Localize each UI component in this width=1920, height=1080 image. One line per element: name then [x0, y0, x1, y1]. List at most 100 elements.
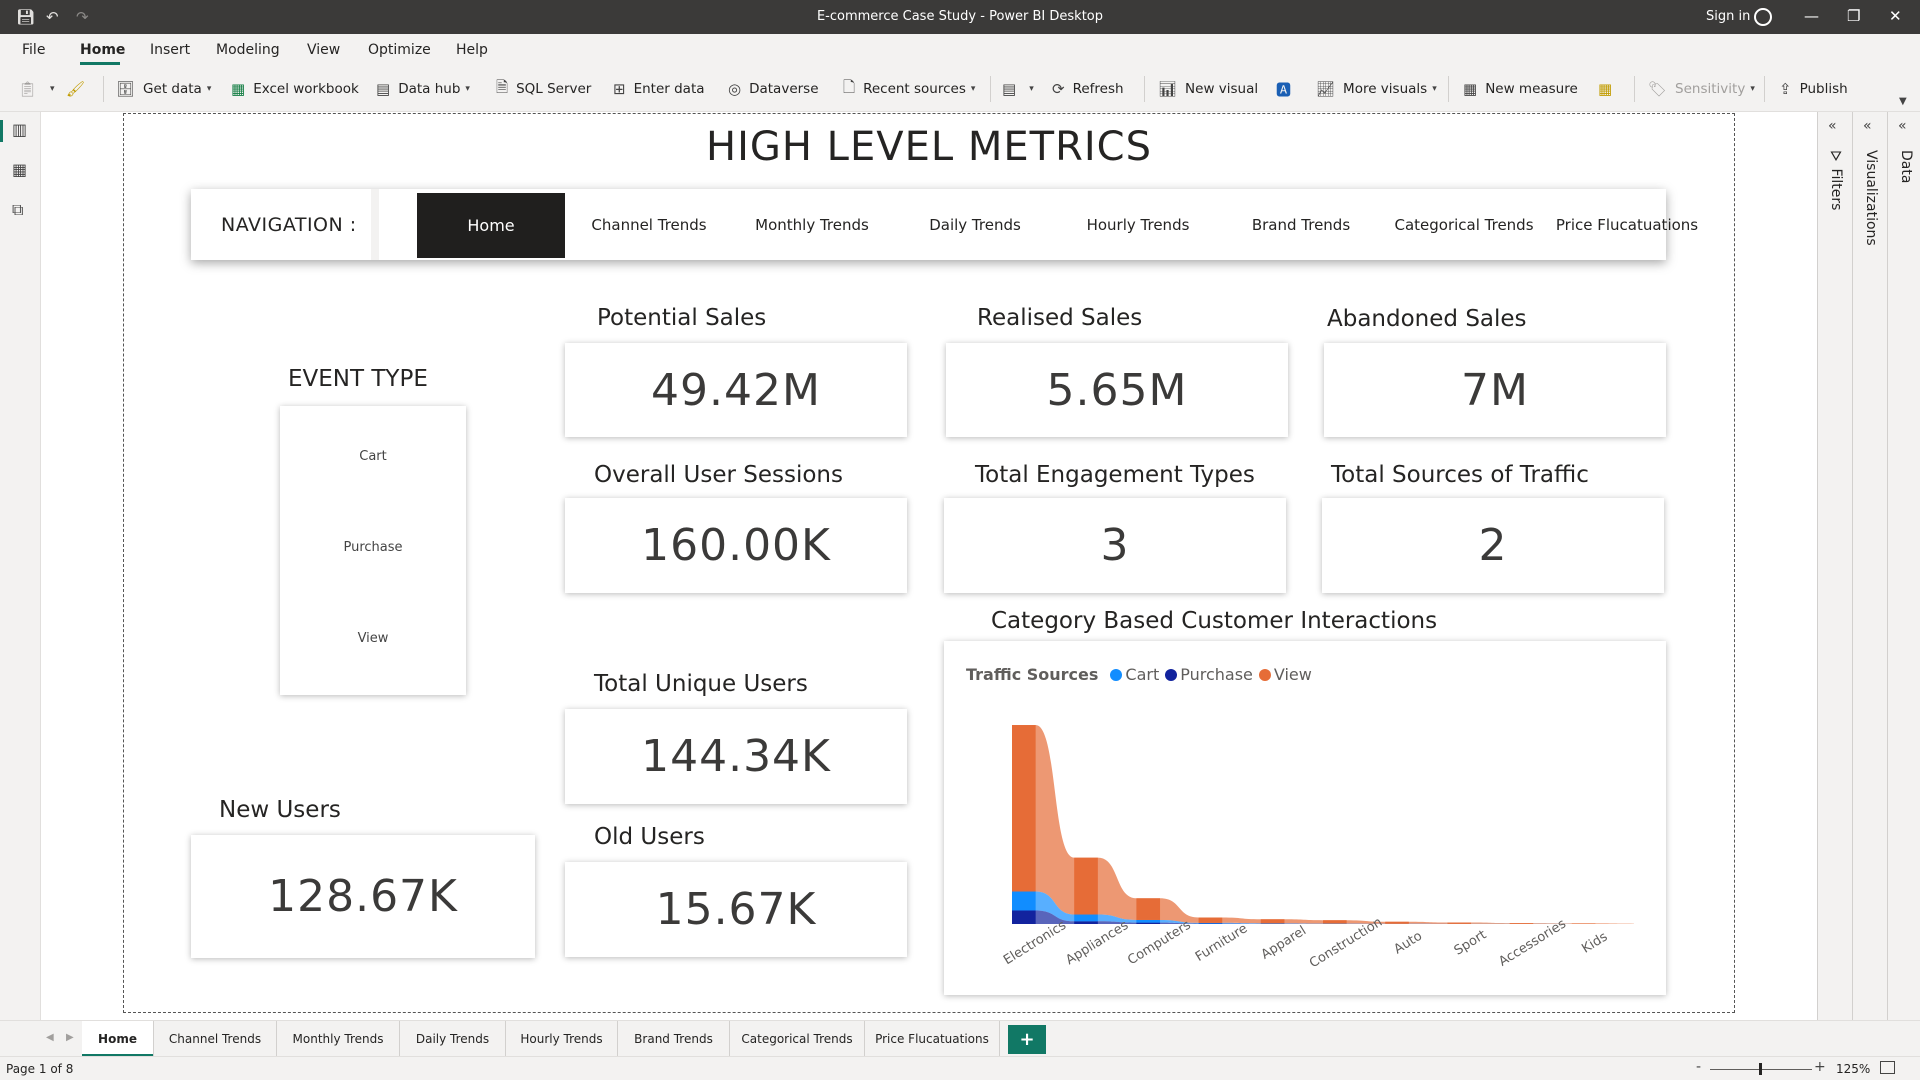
zoom-out-button[interactable]: - [1696, 1059, 1701, 1075]
ribbon-collapse-icon[interactable]: ▼ [1899, 96, 1907, 107]
tab-home[interactable]: Home [82, 1021, 154, 1057]
nav-home-button[interactable]: Home [417, 193, 565, 258]
enter-data-button[interactable]: ⊞ Enter data [613, 79, 705, 99]
new-measure-label: New measure [1485, 81, 1578, 97]
bar-view-computers[interactable] [1136, 898, 1161, 920]
data-hub-button[interactable]: ▤ Data hub ▾ [376, 79, 470, 99]
publish-label: Publish [1799, 81, 1848, 97]
total-sources-of-traffic-card[interactable]: 2 [1322, 498, 1664, 593]
nav-daily-trends-button[interactable]: Daily Trends [895, 189, 1055, 260]
bar-view-apparel[interactable] [1260, 919, 1285, 924]
bar-purchase-electronics[interactable] [1012, 910, 1036, 924]
new-users-card[interactable]: 128.67K [191, 835, 535, 958]
zoom-slider-thumb[interactable] [1759, 1063, 1762, 1075]
old-users-card[interactable]: 15.67K [565, 862, 907, 957]
publish-button[interactable]: ⇪ Publish [1779, 79, 1848, 99]
tab-hourly-trends[interactable]: Hourly Trends [506, 1021, 618, 1057]
report-view-icon[interactable]: ▥ [12, 120, 27, 139]
bar-view-sport[interactable] [1447, 922, 1472, 924]
sensitivity-button[interactable]: 🏷︎ Sensitivity ▾ [1648, 79, 1755, 99]
bar-view-auto[interactable] [1385, 921, 1409, 924]
recent-sources-button[interactable]: 🗋︎ Recent sources ▾ [843, 78, 975, 99]
data-pane[interactable]: « Data [1887, 112, 1920, 1020]
user-avatar-icon[interactable] [1754, 8, 1772, 26]
bar-view-kids[interactable] [1571, 923, 1596, 924]
tab-daily-trends[interactable]: Daily Trends [400, 1021, 506, 1057]
nav-monthly-trends-button[interactable]: Monthly Trends [732, 189, 892, 260]
tab-categorical-trends[interactable]: Categorical Trends [730, 1021, 865, 1057]
total-unique-users-card[interactable]: 144.34K [565, 709, 907, 804]
new-visual-label: New visual [1185, 81, 1259, 97]
model-view-icon[interactable]: ⧉ [12, 200, 23, 220]
visualizations-pane[interactable]: « Visualizations [1852, 112, 1887, 1020]
visualizations-pane-label: Visualizations [1863, 150, 1879, 246]
sign-in-link[interactable]: Sign in [1706, 9, 1750, 24]
format-painter-button[interactable]: 🖌︎ [66, 79, 93, 99]
bar-view-construction[interactable] [1323, 920, 1347, 924]
nav-brand-trends-button[interactable]: Brand Trends [1221, 189, 1381, 260]
quick-measure-button[interactable]: ▦ [1598, 79, 1620, 99]
bar-purchase-computers[interactable] [1136, 922, 1161, 924]
refresh-button[interactable]: ⟳ Refresh [1052, 79, 1124, 99]
minimize-button[interactable]: — [1804, 7, 1819, 25]
excel-workbook-button[interactable]: ▦ Excel workbook [231, 79, 359, 99]
bar-view-electronics[interactable] [1012, 725, 1036, 892]
bar-cart-computers[interactable] [1136, 919, 1161, 923]
new-measure-button[interactable]: ▦ New measure [1463, 79, 1578, 99]
nav-price-flucatuations-button[interactable]: Price Flucatuations [1547, 189, 1707, 260]
bar-cart-electronics[interactable] [1012, 891, 1036, 911]
fit-to-page-icon[interactable] [1880, 1061, 1895, 1074]
new-visual-button[interactable]: 📊︎ New visual [1158, 79, 1258, 99]
nav-hourly-trends-button[interactable]: Hourly Trends [1058, 189, 1218, 260]
paste-button[interactable]: 📋︎ ▾ [18, 79, 55, 99]
dataverse-button[interactable]: ◎ Dataverse [728, 79, 819, 99]
slicer-item-purchase[interactable]: Purchase [280, 540, 466, 555]
realised-sales-value: 5.65M [1046, 364, 1188, 416]
x-tick-label: Electronics [1001, 918, 1069, 968]
slicer-item-view[interactable]: View [280, 631, 466, 646]
overall-user-sessions-card[interactable]: 160.00K [565, 498, 907, 593]
total-engagement-types-card[interactable]: 3 [944, 498, 1286, 593]
menu-home[interactable]: Home [80, 42, 125, 58]
bar-cart-furniture[interactable] [1198, 922, 1223, 924]
tab-brand-trends[interactable]: Brand Trends [618, 1021, 730, 1057]
nav-channel-trends-button[interactable]: Channel Trends [569, 189, 729, 260]
abandoned-sales-card[interactable]: 7M [1324, 343, 1666, 437]
bar-cart-appliances[interactable] [1074, 914, 1098, 922]
category-interactions-chart[interactable]: Traffic Sources Cart Purchase View Electron… [944, 641, 1666, 995]
bar-view-furniture[interactable] [1198, 917, 1223, 923]
nav-categorical-trends-button[interactable]: Categorical Trends [1384, 189, 1544, 260]
more-visuals-icon: 📈︎ [1316, 80, 1336, 98]
menu-modeling[interactable]: Modeling [216, 42, 280, 58]
menu-file[interactable]: File [22, 42, 45, 58]
filters-pane[interactable]: « ⛛ Filters [1817, 112, 1852, 1020]
add-page-button[interactable]: + [1008, 1025, 1046, 1054]
menu-help[interactable]: Help [456, 42, 488, 58]
tab-monthly-trends[interactable]: Monthly Trends [277, 1021, 400, 1057]
get-data-button[interactable]: 🗄︎ Get data ▾ [116, 79, 211, 99]
menu-insert[interactable]: Insert [150, 42, 190, 58]
bar-purchase-appliances[interactable] [1074, 921, 1098, 924]
tabs-next-icon[interactable]: ▶ [66, 1032, 74, 1043]
potential-sales-card[interactable]: 49.42M [565, 343, 907, 437]
text-box-button[interactable]: 🅰︎ [1276, 79, 1299, 99]
tab-price-flucatuations[interactable]: Price Flucatuations [865, 1021, 1000, 1057]
collapse-filters-icon[interactable]: « [1828, 118, 1837, 134]
menu-optimize[interactable]: Optimize [368, 42, 431, 58]
collapse-data-icon[interactable]: « [1898, 118, 1907, 134]
more-visuals-button[interactable]: 📈︎ More visuals ▾ [1316, 79, 1437, 99]
sql-server-button[interactable]: 🗎︎ SQL Server [496, 78, 591, 99]
menu-view[interactable]: View [307, 42, 340, 58]
zoom-in-button[interactable]: + [1814, 1059, 1826, 1075]
realised-sales-card[interactable]: 5.65M [946, 343, 1288, 437]
slicer-item-cart[interactable]: Cart [280, 449, 466, 464]
collapse-visualizations-icon[interactable]: « [1863, 118, 1872, 134]
tabs-prev-icon[interactable]: ◀ [46, 1032, 54, 1043]
bar-view-accessories[interactable] [1509, 923, 1534, 924]
transform-data-button[interactable]: ▤ ▾ [1002, 79, 1034, 99]
close-button[interactable]: ✕ [1889, 7, 1902, 25]
table-view-icon[interactable]: ▦ [12, 160, 27, 179]
tab-channel-trends[interactable]: Channel Trends [154, 1021, 277, 1057]
restore-button[interactable]: ❐ [1847, 7, 1860, 25]
bar-view-appliances[interactable] [1074, 857, 1098, 915]
